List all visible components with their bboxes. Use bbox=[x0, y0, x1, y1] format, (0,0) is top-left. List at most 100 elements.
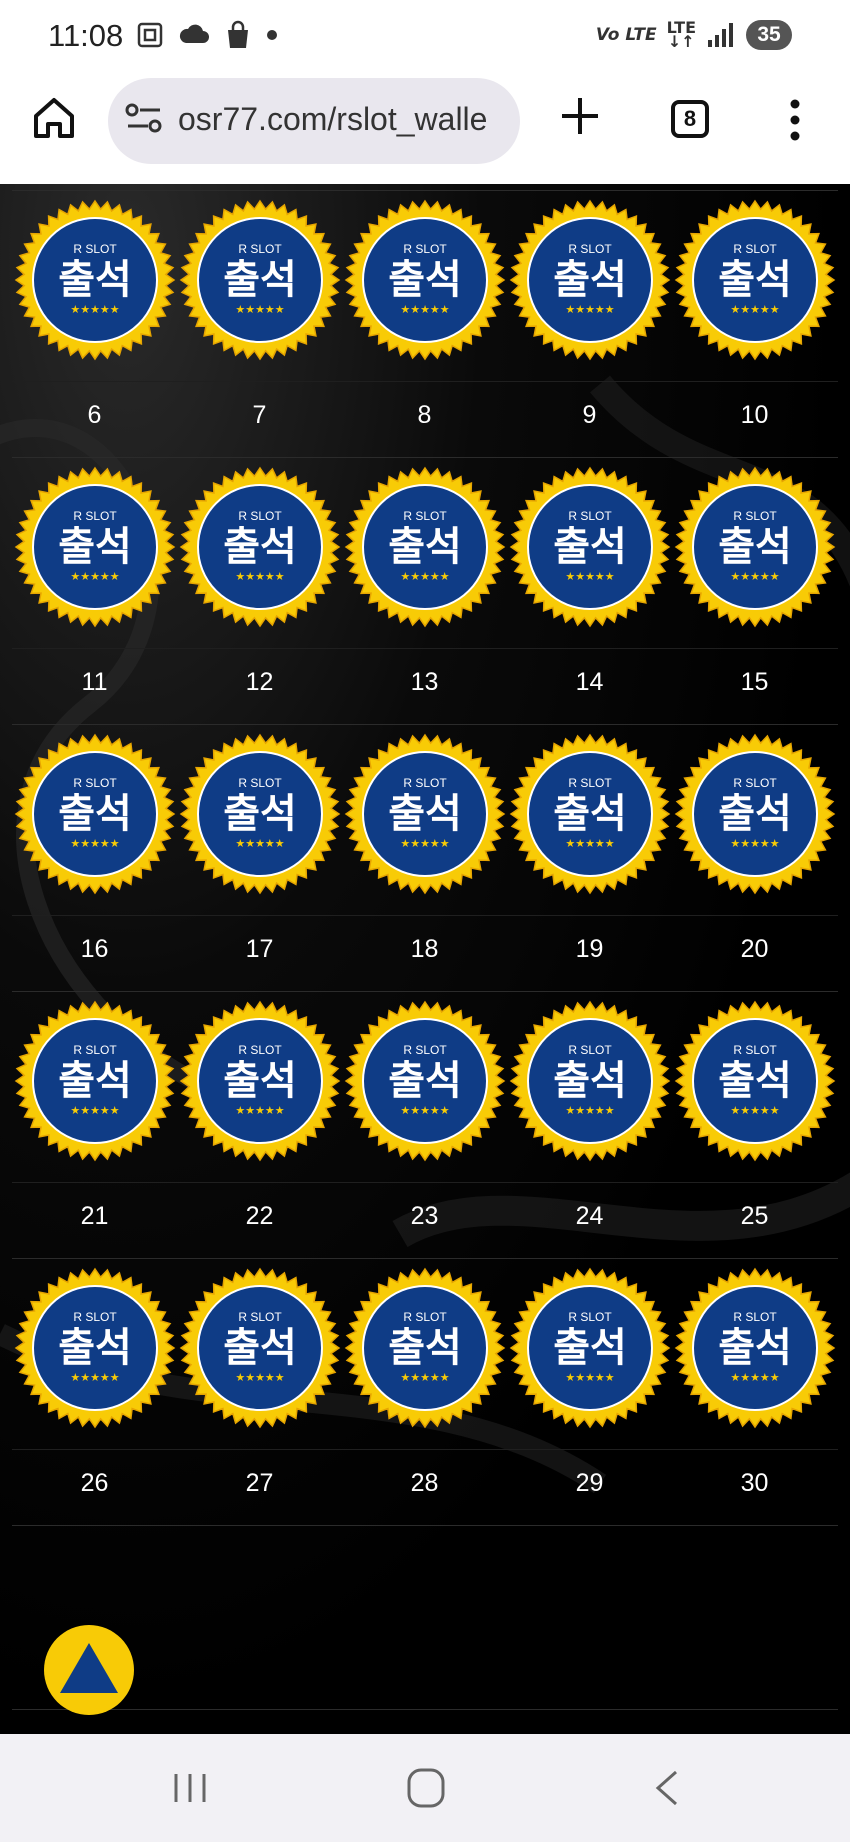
day-cell[interactable]: R SLOT 출석 ★★★★★ 8 bbox=[342, 191, 507, 457]
attendance-badge-icon: R SLOT출석★★★★★ bbox=[345, 467, 505, 627]
day-cell[interactable]: R SLOT 출석 ★★★★★ 11 bbox=[12, 458, 177, 724]
badge-brand: R SLOT bbox=[403, 1043, 447, 1057]
system-navigation-bar bbox=[0, 1734, 850, 1842]
scroll-to-top-button[interactable] bbox=[44, 1625, 134, 1715]
badge-brand: R SLOT bbox=[733, 1043, 777, 1057]
day-number: 29 bbox=[575, 1469, 604, 1497]
back-icon[interactable] bbox=[650, 1768, 686, 1808]
badge-brand: R SLOT bbox=[238, 242, 282, 256]
day-cell[interactable]: R SLOT 출석 ★★★★★ 20 bbox=[672, 725, 837, 991]
day-cell[interactable]: R SLOT 출석 ★★★★★ 17 bbox=[177, 725, 342, 991]
lte-label: LTE bbox=[666, 18, 696, 37]
badge-stars: ★★★★★ bbox=[565, 1104, 614, 1117]
home-nav-icon[interactable] bbox=[405, 1766, 447, 1810]
day-number: 25 bbox=[740, 1202, 769, 1230]
day-cell[interactable]: R SLOT 출석 ★★★★★ 18 bbox=[342, 725, 507, 991]
badge-brand: R SLOT bbox=[238, 776, 282, 790]
badge-brand: R SLOT bbox=[733, 242, 777, 256]
badge-stars: ★★★★★ bbox=[730, 1371, 779, 1384]
attendance-badge-icon: R SLOT출석★★★★★ bbox=[675, 1001, 835, 1161]
day-cell[interactable]: R SLOT 출석 ★★★★★ 14 bbox=[507, 458, 672, 724]
day-cell[interactable]: R SLOT 출석 ★★★★★ 21 bbox=[12, 992, 177, 1258]
badge-stars: ★★★★★ bbox=[70, 303, 119, 316]
day-cell[interactable]: R SLOT 출석 ★★★★★ 16 bbox=[12, 725, 177, 991]
day-cell[interactable]: R SLOT 출석 ★★★★★ 13 bbox=[342, 458, 507, 724]
day-number: 15 bbox=[740, 668, 769, 696]
more-options-icon[interactable] bbox=[788, 98, 802, 142]
day-cell[interactable]: R SLOT 출석 ★★★★★ 28 bbox=[342, 1259, 507, 1525]
day-cell[interactable]: R SLOT 출석 ★★★★★ 9 bbox=[507, 191, 672, 457]
home-icon[interactable] bbox=[30, 94, 78, 142]
day-number: 19 bbox=[575, 935, 604, 963]
badge-stars: ★★★★★ bbox=[730, 570, 779, 583]
day-cell[interactable]: R SLOT 출석 ★★★★★ 12 bbox=[177, 458, 342, 724]
badge-label: 출석 bbox=[58, 257, 132, 303]
attendance-badge-icon: R SLOT출석★★★★★ bbox=[15, 467, 175, 627]
badge-stars: ★★★★★ bbox=[235, 303, 284, 316]
badge-label: 출석 bbox=[223, 524, 297, 570]
day-number: 14 bbox=[575, 668, 604, 696]
day-cell[interactable]: R SLOT 출석 ★★★★★ 24 bbox=[507, 992, 672, 1258]
badge-brand: R SLOT bbox=[403, 509, 447, 523]
url-text[interactable]: osr77.com/rslot_walle bbox=[178, 101, 487, 138]
badge-stars: ★★★★★ bbox=[70, 1371, 119, 1384]
footer-divider bbox=[12, 1709, 838, 1710]
badge-label: 출석 bbox=[553, 1325, 627, 1371]
day-number: 12 bbox=[245, 668, 274, 696]
attendance-badge-icon: R SLOT출석★★★★★ bbox=[345, 1001, 505, 1161]
calendar-row: R SLOT 출석 ★★★★★ 11 R SLOT 출석 ★★★★★ 12 R SLOT… bbox=[12, 457, 838, 724]
day-cell[interactable]: R SLOT 출석 ★★★★★ 26 bbox=[12, 1259, 177, 1525]
day-cell[interactable]: R SLOT 출석 ★★★★★ 23 bbox=[342, 992, 507, 1258]
tab-switcher-button[interactable]: 8 bbox=[671, 100, 709, 138]
badge-label: 출석 bbox=[388, 524, 462, 570]
badge-label: 출석 bbox=[553, 524, 627, 570]
day-cell[interactable]: R SLOT 출석 ★★★★★ 29 bbox=[507, 1259, 672, 1525]
day-cell[interactable]: R SLOT 출석 ★★★★★ 19 bbox=[507, 725, 672, 991]
badge-label: 출석 bbox=[223, 791, 297, 837]
attendance-badge-icon: R SLOT출석★★★★★ bbox=[510, 734, 670, 894]
badge-brand: R SLOT bbox=[568, 1043, 612, 1057]
attendance-calendar: R SLOT 출석 ★★★★★ 6 R SLOT 출석 ★★★★★ 7 R SLOT 출석… bbox=[0, 184, 850, 1734]
day-number: 27 bbox=[245, 1469, 274, 1497]
new-tab-icon[interactable] bbox=[560, 96, 600, 136]
badge-brand: R SLOT bbox=[568, 1310, 612, 1324]
attendance-badge-icon: R SLOT출석★★★★★ bbox=[180, 1268, 340, 1428]
day-number: 26 bbox=[80, 1469, 109, 1497]
day-cell[interactable]: R SLOT 출석 ★★★★★ 30 bbox=[672, 1259, 837, 1525]
day-cell[interactable]: R SLOT 출석 ★★★★★ 25 bbox=[672, 992, 837, 1258]
day-cell[interactable]: R SLOT 출석 ★★★★★ 6 bbox=[12, 191, 177, 457]
grid-bottom-border bbox=[12, 1525, 838, 1527]
badge-stars: ★★★★★ bbox=[70, 1104, 119, 1117]
day-cell[interactable]: R SLOT 출석 ★★★★★ 15 bbox=[672, 458, 837, 724]
badge-stars: ★★★★★ bbox=[565, 837, 614, 850]
calendar-grid: R SLOT 출석 ★★★★★ 6 R SLOT 출석 ★★★★★ 7 R SLOT 출석… bbox=[12, 190, 838, 1527]
day-number: 16 bbox=[80, 935, 109, 963]
day-number: 7 bbox=[252, 401, 267, 429]
address-bar[interactable]: osr77.com/rslot_walle bbox=[108, 78, 520, 164]
status-bar: 11:08 Vo LTE LTE ↓↑ 35 bbox=[0, 0, 850, 72]
badge-brand: R SLOT bbox=[238, 1310, 282, 1324]
badge-label: 출석 bbox=[718, 524, 792, 570]
attendance-badge-icon: R SLOT출석★★★★★ bbox=[345, 1268, 505, 1428]
day-cell[interactable]: R SLOT 출석 ★★★★★ 27 bbox=[177, 1259, 342, 1525]
attendance-badge-icon: R SLOT출석★★★★★ bbox=[510, 467, 670, 627]
signal-icon bbox=[708, 23, 733, 47]
calendar-row: R SLOT 출석 ★★★★★ 6 R SLOT 출석 ★★★★★ 7 R SLOT 출석… bbox=[12, 190, 838, 457]
badge-label: 출석 bbox=[718, 1058, 792, 1104]
badge-brand: R SLOT bbox=[568, 776, 612, 790]
badge-label: 출석 bbox=[388, 1325, 462, 1371]
site-settings-icon[interactable] bbox=[124, 102, 164, 136]
badge-brand: R SLOT bbox=[733, 1310, 777, 1324]
day-cell[interactable]: R SLOT 출석 ★★★★★ 7 bbox=[177, 191, 342, 457]
badge-label: 출석 bbox=[58, 1058, 132, 1104]
badge-stars: ★★★★★ bbox=[565, 303, 614, 316]
badge-stars: ★★★★★ bbox=[70, 570, 119, 583]
day-cell[interactable]: R SLOT 출석 ★★★★★ 10 bbox=[672, 191, 837, 457]
badge-brand: R SLOT bbox=[238, 1043, 282, 1057]
attendance-badge-icon: R SLOT출석★★★★★ bbox=[180, 1001, 340, 1161]
day-number: 18 bbox=[410, 935, 439, 963]
badge-label: 출석 bbox=[718, 257, 792, 303]
day-cell[interactable]: R SLOT 출석 ★★★★★ 22 bbox=[177, 992, 342, 1258]
badge-brand: R SLOT bbox=[73, 1043, 117, 1057]
recent-apps-icon[interactable] bbox=[170, 1768, 210, 1808]
